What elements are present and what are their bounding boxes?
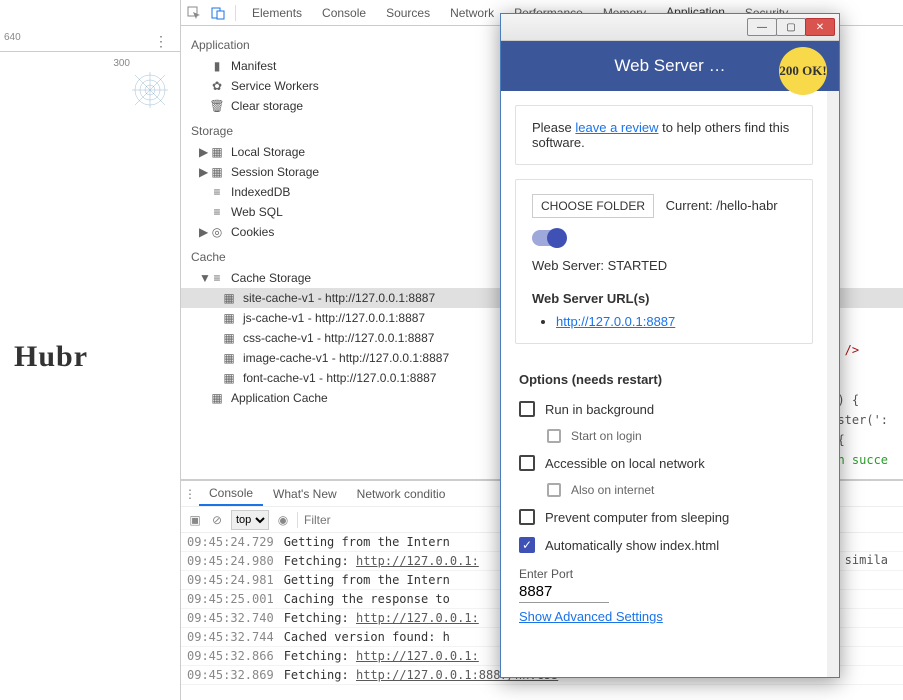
ok-badge-icon: 200 OK! [779, 47, 827, 95]
ruler-tick: 640 [4, 32, 21, 43]
run-background-checkbox[interactable] [519, 401, 535, 417]
close-button[interactable]: ✕ [805, 18, 835, 36]
server-url-link[interactable]: http://127.0.0.1:8887 [556, 314, 675, 329]
item-label: Cookies [231, 225, 274, 239]
opt-label: Run in background [545, 402, 654, 417]
storage-icon: ▦ [209, 145, 225, 159]
clear-console-icon[interactable]: ⊘ [209, 513, 225, 527]
popup-body[interactable]: Please leave a review to help others fin… [501, 91, 839, 677]
item-label: Service Workers [231, 79, 319, 93]
options-card: Options (needs restart) Run in backgroun… [515, 358, 813, 638]
item-label: image-cache-v1 - http://127.0.0.1:8887 [243, 351, 449, 365]
whatsnew-tab[interactable]: What's New [263, 481, 347, 506]
web-server-window: — ▢ ✕ Web Server … 200 OK! Please leave … [500, 13, 840, 678]
popup-title: Web Server … [614, 56, 725, 76]
item-label: Local Storage [231, 145, 305, 159]
show-index-checkbox[interactable]: ✓ [519, 537, 535, 553]
server-status: Web Server: STARTED [532, 258, 796, 273]
gear-icon: ✿ [209, 79, 225, 93]
tab-network[interactable]: Network [440, 0, 504, 25]
item-label: Session Storage [231, 165, 319, 179]
opt-label: Accessible on local network [545, 456, 705, 471]
network-conditions-tab[interactable]: Network conditio [347, 481, 456, 506]
sidebar-toggle-icon[interactable]: ▣ [187, 513, 203, 527]
item-label: font-cache-v1 - http://127.0.0.1:8887 [243, 371, 436, 385]
item-label: js-cache-v1 - http://127.0.0.1:8887 [243, 311, 425, 325]
popup-header: Web Server … 200 OK! [501, 41, 839, 91]
item-label: site-cache-v1 - http://127.0.0.1:8887 [243, 291, 435, 305]
urls-heading: Web Server URL(s) [532, 291, 796, 306]
opt-label: Prevent computer from sleeping [545, 510, 729, 525]
opt-label: Start on login [571, 429, 642, 443]
context-select[interactable]: top [231, 510, 269, 530]
current-folder-label: Current: /hello-habr [666, 198, 778, 213]
inspect-icon[interactable] [187, 6, 205, 20]
console-tab[interactable]: Console [199, 481, 263, 506]
item-label: css-cache-v1 - http://127.0.0.1:8887 [243, 331, 434, 345]
tab-sources[interactable]: Sources [376, 0, 440, 25]
storage-icon: ▦ [221, 311, 237, 325]
storage-icon: ▦ [221, 371, 237, 385]
item-label: IndexedDB [231, 185, 290, 199]
storage-icon: ▦ [221, 291, 237, 305]
storage-icon: ▦ [221, 331, 237, 345]
filter-input[interactable] [304, 513, 459, 527]
console-menu-icon[interactable]: ⋮ [181, 487, 199, 501]
tab-console[interactable]: Console [312, 0, 376, 25]
port-label: Enter Port [519, 567, 809, 581]
server-card: CHOOSE FOLDER Current: /hello-habr Web S… [515, 179, 813, 344]
item-label: Cache Storage [231, 271, 311, 285]
page-background: 640 ⋮ 300 Hubr [0, 0, 180, 700]
minimize-button[interactable]: — [747, 18, 777, 36]
start-login-checkbox[interactable] [547, 429, 561, 443]
db-icon: ≡ [209, 271, 225, 285]
eye-icon[interactable]: ◉ [275, 513, 291, 527]
advanced-settings-link[interactable]: Show Advanced Settings [519, 609, 663, 624]
options-heading: Options (needs restart) [519, 372, 809, 387]
review-card: Please leave a review to help others fin… [515, 105, 813, 165]
db-icon: ≡ [209, 205, 225, 219]
page-menu-icon[interactable]: ⋮ [154, 33, 168, 50]
hubr-splash-image [130, 70, 170, 110]
leave-review-link[interactable]: leave a review [575, 120, 658, 135]
file-icon: ▮ [209, 59, 225, 73]
ruler: 640 ⋮ 300 [0, 30, 180, 52]
window-titlebar[interactable]: — ▢ ✕ [501, 14, 839, 41]
port-input[interactable] [519, 581, 609, 603]
hubr-logo: Hubr [14, 340, 88, 374]
opt-label: Also on internet [571, 483, 654, 497]
internet-checkbox[interactable] [547, 483, 561, 497]
opt-label: Automatically show index.html [545, 538, 719, 553]
storage-icon: ▦ [209, 165, 225, 179]
cookie-icon: ◎ [209, 225, 225, 239]
nosleep-checkbox[interactable] [519, 509, 535, 525]
item-label: Manifest [231, 59, 276, 73]
item-label: Application Cache [231, 391, 328, 405]
trash-icon: 🗑 [209, 99, 225, 113]
tab-elements[interactable]: Elements [242, 0, 312, 25]
ruler-subtick: 300 [113, 58, 130, 69]
storage-icon: ▦ [209, 391, 225, 405]
maximize-button[interactable]: ▢ [776, 18, 806, 36]
device-icon[interactable] [211, 6, 229, 20]
storage-icon: ▦ [221, 351, 237, 365]
lan-checkbox[interactable] [519, 455, 535, 471]
server-toggle[interactable] [532, 230, 566, 246]
item-label: Clear storage [231, 99, 303, 113]
db-icon: ≡ [209, 185, 225, 199]
item-label: Web SQL [231, 205, 283, 219]
choose-folder-button[interactable]: CHOOSE FOLDER [532, 194, 654, 218]
